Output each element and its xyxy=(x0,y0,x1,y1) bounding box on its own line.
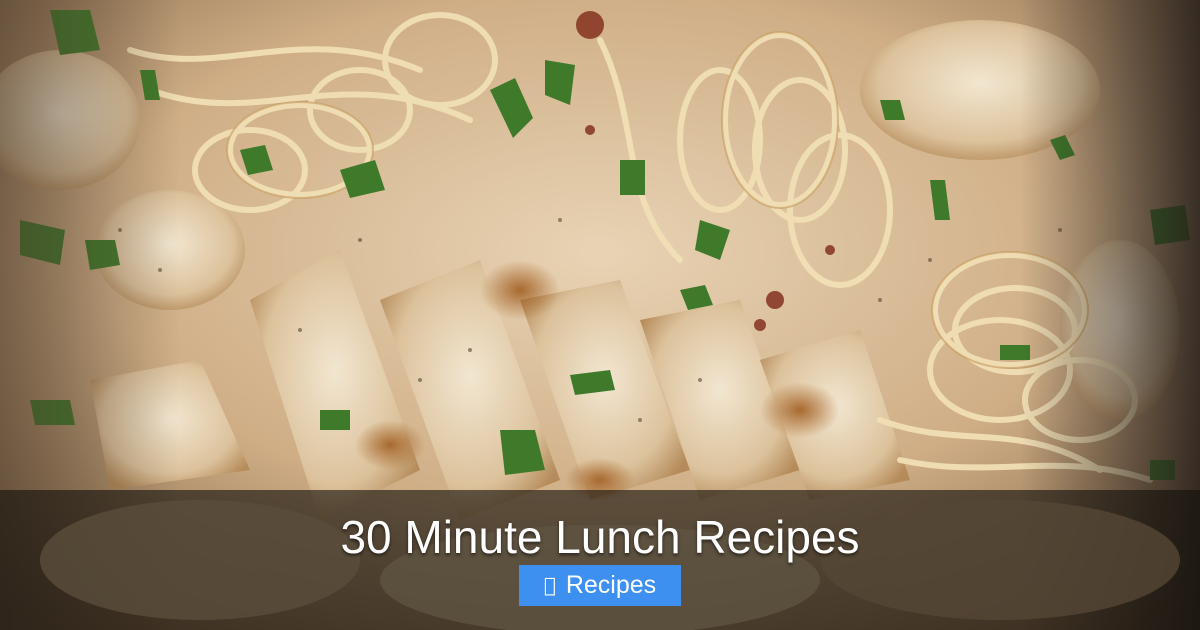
folder-icon:  xyxy=(544,573,556,597)
category-badge[interactable]: Recipes xyxy=(519,565,681,606)
featured-image-card: 30 Minute Lunch Recipes Recipes xyxy=(0,0,1200,630)
post-title[interactable]: 30 Minute Lunch Recipes xyxy=(0,508,1200,566)
category-label: Recipes xyxy=(559,571,656,599)
